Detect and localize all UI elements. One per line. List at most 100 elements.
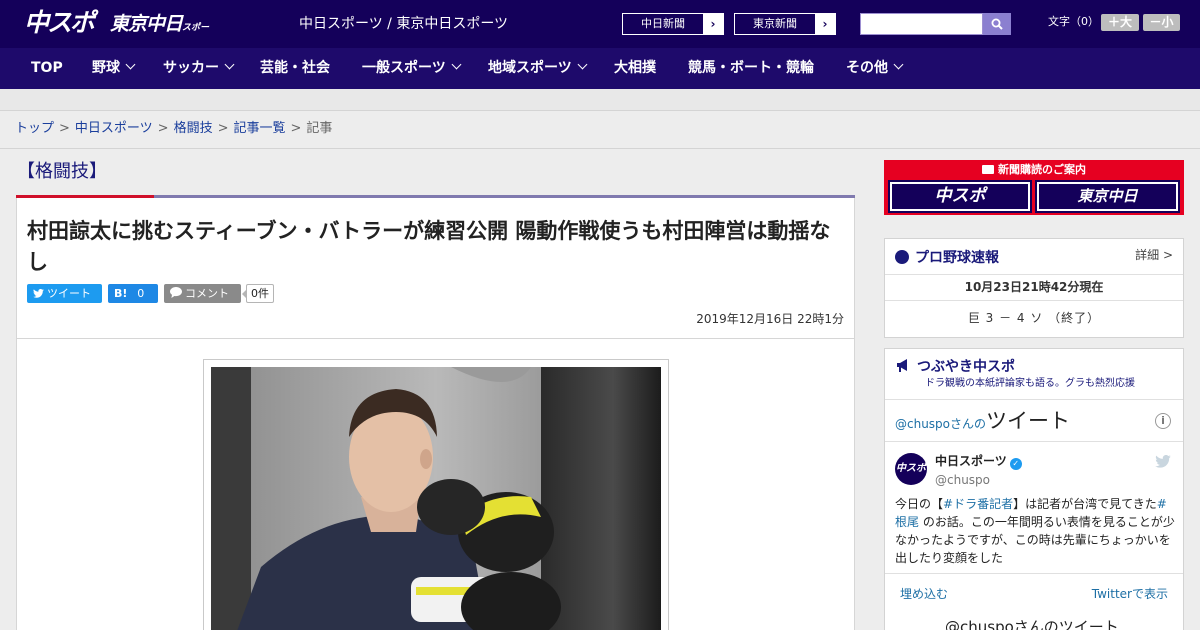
twitter-timeline-header[interactable]: @chuspoさんのツイート <box>895 407 1070 438</box>
chunichi-shimbun-link[interactable]: 中日新聞 › <box>622 13 724 35</box>
tsubuyaki-title: つぶやき中スポ <box>895 357 1015 376</box>
breadcrumb-current: 記事 <box>306 121 333 136</box>
font-smaller-button[interactable]: －小 <box>1143 14 1180 31</box>
article-divider <box>17 338 854 339</box>
subscribe-chuspo[interactable]: 中スポ <box>888 180 1032 213</box>
tweet-text-part: 今日の【 <box>895 497 944 511</box>
chuspo-logo[interactable]: 中スポ <box>24 8 100 38</box>
comment-count: 0件 <box>242 284 274 303</box>
baseball-icon <box>895 250 909 264</box>
widget-divider <box>885 441 1183 442</box>
avatar[interactable]: 中スポ <box>895 453 927 485</box>
article-headline: 村田諒太に挑むスティーブン・バトラーが練習公開 陽動作戦使うも村田陣営は動揺なし <box>27 219 831 274</box>
nav-sumo[interactable]: 大相撲 <box>614 48 656 89</box>
nav-label: サッカー <box>163 60 219 76</box>
nav-top[interactable]: TOP <box>31 48 63 89</box>
subscription-title: 新聞購読のご案内 <box>884 162 1184 177</box>
tokyo-chunichi-logo[interactable]: 東京中日スポーツ <box>110 12 210 61</box>
chevron-down-icon <box>577 59 588 70</box>
hatena-bookmark-button[interactable]: B! 0 <box>108 284 158 303</box>
comment-button[interactable]: コメント <box>164 284 241 303</box>
search-button[interactable] <box>983 13 1011 35</box>
tsubuyaki-widget: つぶやき中スポ ドラ観戦の本紙評論家も語る。グラも熱烈応援 @chuspoさんの… <box>884 348 1184 630</box>
article-photo-frame <box>203 359 669 630</box>
subscription-title-text: 新聞購読のご案内 <box>998 163 1086 176</box>
nav-label: 芸能・社会 <box>260 60 330 76</box>
nav-label: TOP <box>31 60 63 76</box>
widget-divider <box>885 573 1183 574</box>
nav-baseball[interactable]: 野球 <box>92 48 136 89</box>
ext-link-label: 東京新聞 <box>753 17 797 30</box>
breadcrumb-article-list[interactable]: 記事一覧 <box>234 121 286 136</box>
tweet-button[interactable]: ツイート <box>27 284 102 303</box>
hatena-count: 0 <box>137 287 145 300</box>
ext-link-label: 中日新聞 <box>641 17 685 30</box>
hashtag-link[interactable]: #ドラ番記者 <box>943 497 1013 511</box>
search-icon <box>991 18 1003 30</box>
account-name[interactable]: 中日スポーツ ✓ <box>935 453 1022 470</box>
breadcrumb-chunichi-sports[interactable]: 中日スポーツ <box>75 121 153 136</box>
baseball-details-link[interactable]: 詳細 > <box>1135 247 1173 263</box>
breadcrumb-top[interactable]: トップ <box>15 121 54 136</box>
nav-racing[interactable]: 競馬・ボート・競輪 <box>688 48 814 89</box>
tokyo-logo-main: 東京中日 <box>110 13 183 35</box>
game-score[interactable]: 巨 3 － 4 ソ （終了） <box>885 310 1183 326</box>
nav-label: その他 <box>846 60 888 76</box>
twitter-bird-icon <box>33 288 44 298</box>
article: 村田諒太に挑むスティーブン・バトラーが練習公開 陽動作戦使うも村田陣営は動揺なし… <box>16 198 855 630</box>
nav-label: 一般スポーツ <box>362 60 446 76</box>
hatena-icon: B! <box>114 287 128 300</box>
nav-label: 大相撲 <box>614 60 656 76</box>
score-update-time: 10月23日21時42分現在 <box>964 280 1104 294</box>
next-timeline-header[interactable]: @chuspoさんのツイート <box>945 617 1119 630</box>
nav-entertainment[interactable]: 芸能・社会 <box>260 48 330 89</box>
widget-divider <box>885 399 1183 400</box>
tokyo-shimbun-link[interactable]: 東京新聞 › <box>734 13 836 35</box>
site-header: 中スポ 東京中日スポーツ 中日スポーツ / 東京中日スポーツ 中日新聞 › 東京… <box>0 0 1200 61</box>
chevron-down-icon <box>224 59 235 70</box>
nav-soccer[interactable]: サッカー <box>163 48 235 89</box>
view-on-twitter-link[interactable]: Twitterで表示 <box>1092 586 1168 602</box>
chevron-right-icon: › <box>815 14 835 34</box>
breadcrumb-separator: > <box>59 121 70 136</box>
newspaper-icon <box>982 165 994 174</box>
subscribe-chuspo-logo: 中スポ <box>892 184 1028 209</box>
chevron-down-icon <box>451 59 462 70</box>
breadcrumb-separator: > <box>217 121 229 136</box>
tsubuyaki-subtitle: ドラ観戦の本紙評論家も語る。グラも熱烈応援 <box>925 378 1135 389</box>
main-nav: TOP 野球 サッカー 芸能・社会 一般スポーツ 地域スポーツ 大相撲 競馬・ボ… <box>0 48 1200 89</box>
tsubuyaki-title-text: つぶやき中スポ <box>917 359 1015 375</box>
article-photo[interactable] <box>211 367 661 630</box>
subscription-banner[interactable]: 新聞購読のご案内 中スポ 東京中日 <box>884 160 1184 215</box>
subscribe-tokyo-chunichi[interactable]: 東京中日 <box>1035 180 1180 213</box>
nav-label: 地域スポーツ <box>488 60 572 76</box>
site-names: 中日スポーツ / 東京中日スポーツ <box>299 16 509 32</box>
baseball-widget-title: プロ野球速報 <box>895 249 999 267</box>
chevron-down-icon <box>893 59 904 70</box>
widget-divider <box>885 274 1183 275</box>
account-name-text: 中日スポーツ <box>935 454 1007 468</box>
chevron-down-icon <box>125 59 136 70</box>
megaphone-icon <box>897 359 907 372</box>
tweet-text-part: 】は記者が台湾で見てきた <box>1013 497 1157 511</box>
font-size-label: 文字（0） <box>1048 15 1099 28</box>
breadcrumb-separator: > <box>157 121 169 136</box>
boxer-training-photo <box>211 367 661 630</box>
comment-label: コメント <box>185 287 229 300</box>
search-input[interactable] <box>860 13 983 35</box>
publish-date: 2019年12月16日 22時1分 <box>696 312 844 326</box>
breadcrumb-martial-arts[interactable]: 格闘技 <box>174 121 213 136</box>
account-handle[interactable]: @chuspo <box>935 472 990 488</box>
font-larger-button[interactable]: ＋大 <box>1101 14 1139 31</box>
nav-other[interactable]: その他 <box>846 48 904 89</box>
article-category: 【格闘技】 <box>17 161 107 182</box>
nav-general-sports[interactable]: 一般スポーツ <box>362 48 462 89</box>
tweet-label: ツイート <box>47 287 91 300</box>
nav-regional-sports[interactable]: 地域スポーツ <box>488 48 588 89</box>
baseball-scores-widget: プロ野球速報 詳細 > 10月23日21時42分現在 巨 3 － 4 ソ （終了… <box>884 238 1184 338</box>
baseball-title-text: プロ野球速報 <box>915 250 999 266</box>
embed-link[interactable]: 埋め込む <box>900 586 948 602</box>
info-icon[interactable]: i <box>1155 413 1171 429</box>
subscribe-tokyo-logo: 東京中日 <box>1039 184 1176 209</box>
twitter-bird-icon[interactable] <box>1155 455 1171 468</box>
